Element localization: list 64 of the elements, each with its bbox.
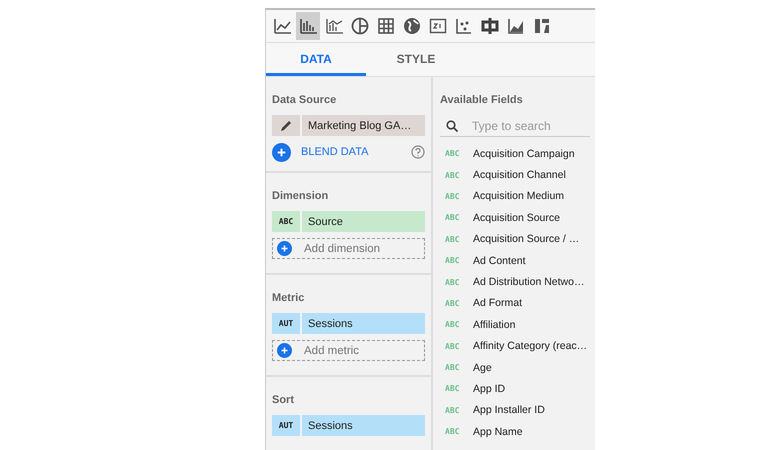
blend-data-button[interactable]: BLEND DATA	[301, 146, 401, 158]
section-title: Dimension	[272, 190, 330, 202]
field-type-label: ABC	[444, 192, 460, 201]
field-name[interactable]: Ad Distribution Netwo…	[473, 276, 584, 288]
field-type-label: ABC	[444, 298, 460, 308]
tab[interactable]: DATA	[266, 43, 366, 76]
field-type-label: ABC	[444, 342, 460, 351]
field-type-label: ABC	[444, 234, 460, 244]
field-chip[interactable]: Source	[302, 211, 425, 232]
field-name[interactable]: App Installer ID	[473, 404, 545, 416]
field-type-label: AUT	[272, 415, 300, 436]
chart-type-icon	[428, 16, 448, 36]
field-type-label: ABC	[444, 363, 460, 372]
chart-type-icon	[454, 16, 474, 36]
field-type-label: ABC	[444, 256, 460, 266]
section-title: Available Fields	[440, 94, 524, 106]
field-type-label: ABC	[444, 278, 460, 287]
chart-type-icon	[376, 16, 396, 36]
chart-type-icon	[402, 16, 422, 36]
chart-type-icon	[506, 16, 526, 36]
section-title: Metric	[272, 292, 306, 304]
search-field[interactable]: Type to search	[470, 118, 590, 134]
tab[interactable]: STYLE	[366, 43, 466, 76]
data-source-chip[interactable]: Marketing Blog GA…	[302, 115, 425, 136]
chart-type-icon	[350, 16, 370, 36]
field-name[interactable]: Acquisition Source / …	[473, 233, 580, 246]
add-field-button[interactable]: Add dimension	[272, 238, 425, 259]
field-name[interactable]: App ID	[473, 382, 506, 395]
field-type-label: ABC	[444, 427, 460, 436]
section-title: Sort	[272, 394, 295, 406]
field-type-label: ABC	[272, 211, 300, 232]
chart-type-icon	[298, 16, 318, 36]
field-name[interactable]: Ad Content	[473, 254, 526, 267]
field-type-label: ABC	[444, 320, 460, 330]
plus-icon	[277, 343, 292, 358]
field-type-label: ABC	[444, 384, 460, 394]
chart-type-icon	[480, 16, 500, 36]
section-title: Data Source	[272, 94, 338, 106]
field-chip[interactable]: Sessions	[302, 415, 425, 436]
plus-icon	[272, 142, 291, 162]
field-type-label: ABC	[444, 406, 460, 415]
add-field-button[interactable]: Add metric	[272, 340, 425, 361]
field-name[interactable]: Ad Format	[473, 297, 522, 310]
field-type-label: ABC	[444, 213, 460, 222]
field-name[interactable]: Acquisition Campaign	[473, 148, 575, 160]
field-name[interactable]: Age	[473, 362, 492, 374]
field-chip[interactable]: Sessions	[302, 313, 425, 334]
chart-type-icon	[532, 16, 552, 36]
field-name[interactable]: Acquisition Medium	[473, 190, 564, 202]
search-icon	[446, 120, 458, 132]
field-name[interactable]: App Name	[473, 426, 523, 438]
field-type-label: ABC	[444, 170, 460, 180]
field-name[interactable]: Acquisition Channel	[473, 169, 566, 182]
field-type-label: ABC	[444, 149, 460, 158]
field-name[interactable]: Acquisition Source	[473, 212, 560, 224]
pencil-icon[interactable]	[279, 118, 293, 132]
chart-type-icon	[324, 16, 344, 36]
chart-type-icon	[272, 16, 292, 36]
help-icon[interactable]	[411, 145, 425, 159]
chart-type-button[interactable]	[296, 12, 320, 40]
field-name[interactable]: Affiliation	[473, 318, 516, 331]
plus-icon	[277, 241, 292, 256]
field-type-label: AUT	[272, 313, 300, 334]
field-name[interactable]: Affinity Category (reac…	[473, 340, 588, 352]
